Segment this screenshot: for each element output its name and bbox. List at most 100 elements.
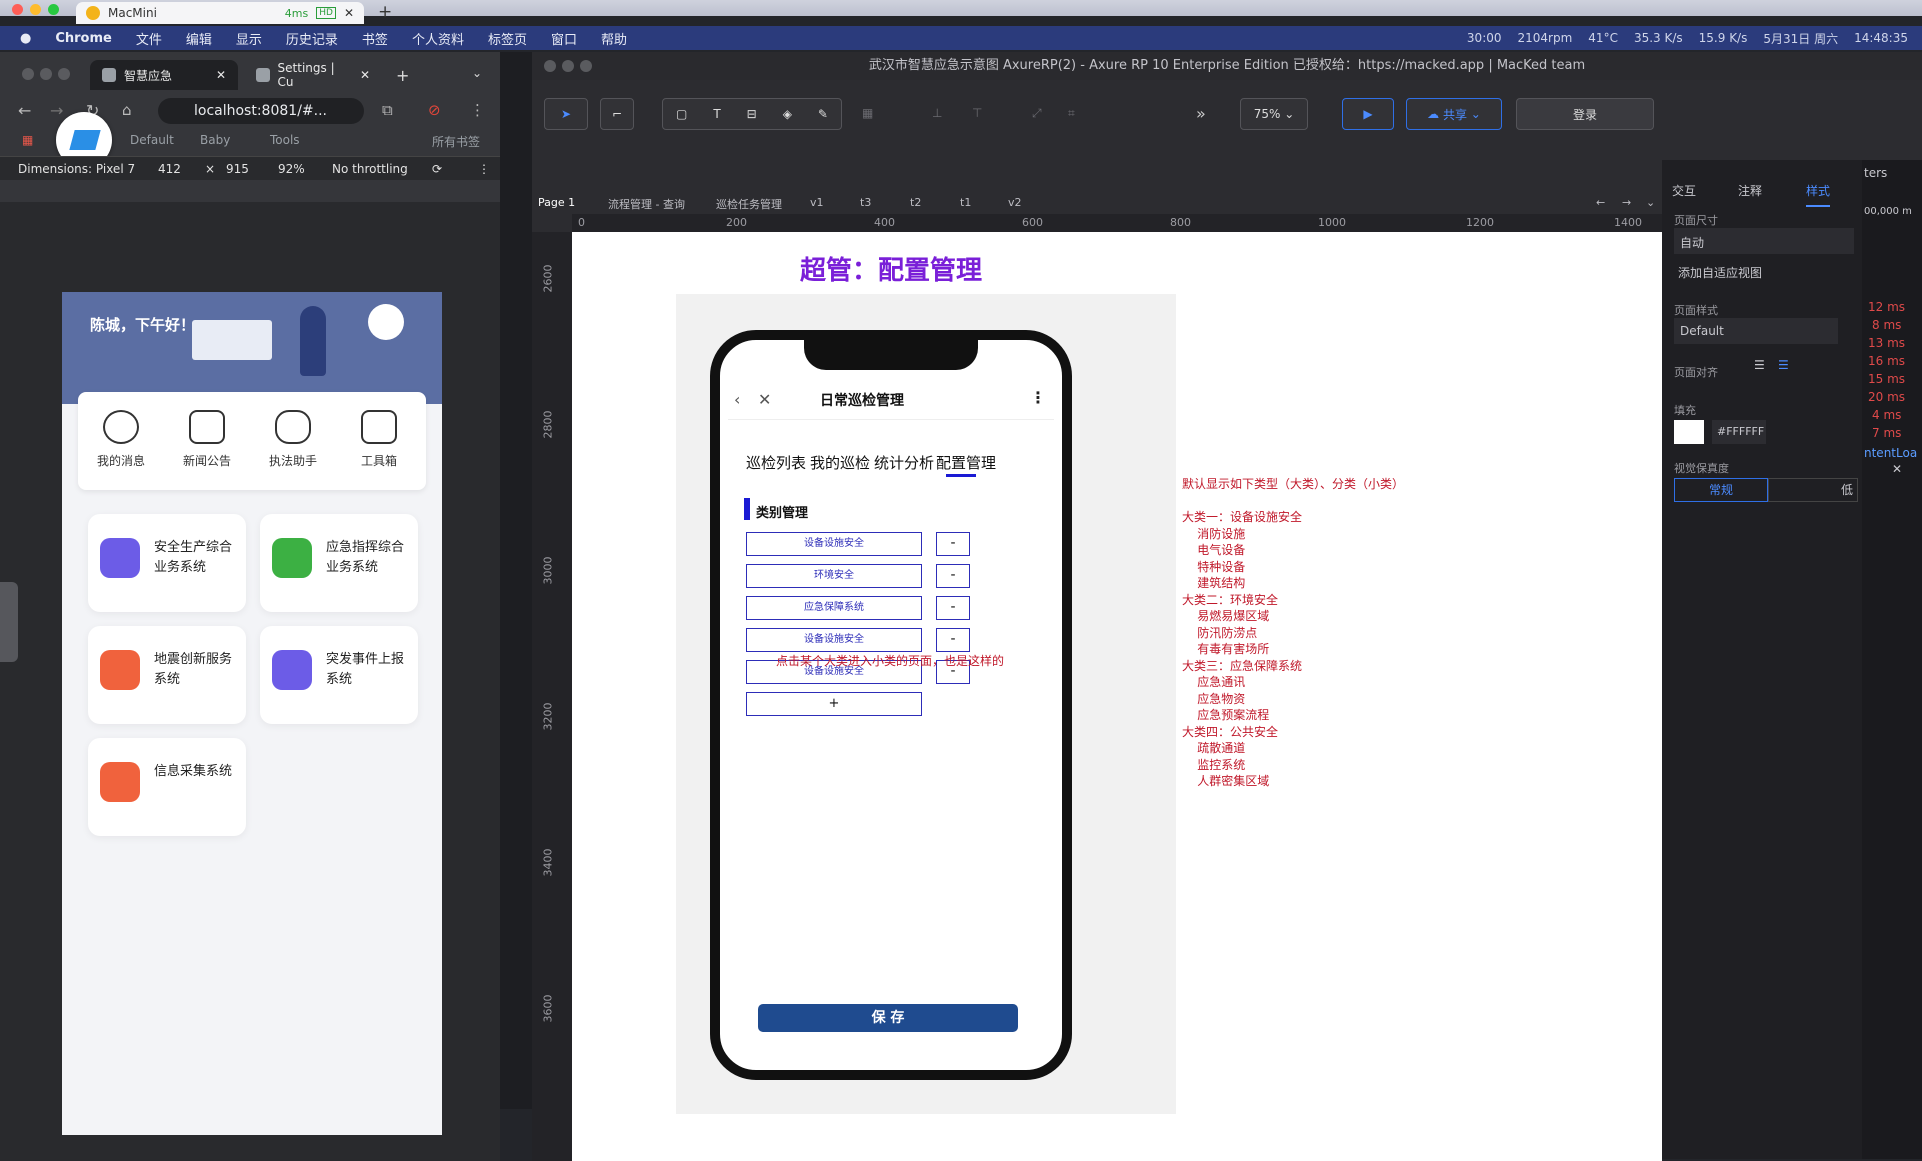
- device-dimensions-select[interactable]: Dimensions: Pixel 7: [18, 162, 135, 176]
- prev-page-icon[interactable]: ←: [1596, 196, 1605, 209]
- align-top-icon[interactable]: ⊥: [932, 106, 942, 120]
- fill-color-input[interactable]: #FFFFFF: [1712, 420, 1766, 444]
- menu-profile[interactable]: 个人资料: [400, 29, 476, 48]
- tab-my-inspections[interactable]: 我的巡检: [810, 452, 870, 473]
- category-item[interactable]: 设备设施安全: [746, 628, 922, 652]
- align-center-icon[interactable]: ☰: [1778, 358, 1789, 372]
- tab-v1[interactable]: v1: [810, 196, 824, 209]
- more-icon[interactable]: ⋮: [1030, 388, 1046, 407]
- close-tab-icon[interactable]: ✕: [360, 68, 370, 82]
- net-up-status[interactable]: 35.3 K/s: [1626, 31, 1691, 45]
- clock-status[interactable]: 14:48:35: [1846, 31, 1922, 45]
- tab-v2[interactable]: v2: [1008, 196, 1022, 209]
- chrome-minimize-icon[interactable]: [40, 68, 52, 80]
- bookmark-baby[interactable]: Baby: [200, 133, 230, 147]
- tab-statistics[interactable]: 统计分析: [874, 452, 934, 473]
- quick-entry-news[interactable]: 新闻公告: [172, 410, 242, 469]
- menu-file[interactable]: 文件: [124, 29, 174, 48]
- temp-status[interactable]: 41°C: [1580, 31, 1626, 45]
- rotate-icon[interactable]: ⟳: [432, 162, 442, 176]
- page-size-field[interactable]: 自动: [1674, 228, 1854, 254]
- axure-close-icon[interactable]: [544, 60, 556, 72]
- system-card-collection[interactable]: 信息采集系统: [88, 738, 246, 836]
- menu-history[interactable]: 历史记录: [274, 29, 350, 48]
- menu-help[interactable]: 帮助: [589, 29, 639, 48]
- remove-category-button[interactable]: -: [936, 564, 970, 588]
- tab-search-icon[interactable]: ⌄: [472, 66, 482, 80]
- fidelity-low[interactable]: 低: [1768, 478, 1858, 502]
- minimize-window-icon[interactable]: [30, 4, 41, 15]
- avatar[interactable]: [368, 304, 404, 340]
- tab-t3[interactable]: t3: [860, 196, 871, 209]
- system-card-earthquake[interactable]: 地震创新服务系统: [88, 626, 246, 724]
- tab-page-1[interactable]: Page 1: [538, 196, 575, 209]
- blocked-icon[interactable]: ⊘: [428, 101, 441, 119]
- tab-interactions[interactable]: 交互: [1672, 182, 1696, 199]
- zoom-select[interactable]: 75% ⌄: [1240, 98, 1308, 130]
- group-icon[interactable]: ▦: [862, 106, 873, 120]
- quick-entry-assistant[interactable]: 执法助手: [258, 410, 328, 469]
- resize-handle[interactable]: [0, 582, 18, 662]
- distribute-icon[interactable]: ⊤: [972, 106, 982, 120]
- bookmark-all[interactable]: 所有书签: [432, 133, 480, 150]
- throttling-select[interactable]: No throttling: [332, 162, 408, 176]
- add-adaptive-view-link[interactable]: 添加自适应视图: [1678, 264, 1762, 281]
- tab-settings[interactable]: Settings | Cu ✕: [244, 60, 382, 90]
- tab-inspection-tasks[interactable]: 巡检任务管理: [716, 196, 782, 212]
- back-icon[interactable]: ‹: [734, 390, 740, 409]
- hotspot-tool-icon[interactable]: ⊟: [747, 107, 757, 121]
- menu-edit[interactable]: 编辑: [174, 29, 224, 48]
- tab-notes[interactable]: 注释: [1738, 182, 1762, 199]
- quick-entry-messages[interactable]: 我的消息: [86, 410, 156, 469]
- close-window-icon[interactable]: [12, 4, 23, 15]
- category-item[interactable]: 应急保障系统: [746, 596, 922, 620]
- system-card-command[interactable]: 应急指挥综合业务系统: [260, 514, 418, 612]
- select-tool-icon[interactable]: ➤: [544, 98, 588, 130]
- save-button[interactable]: 保 存: [758, 1004, 1018, 1032]
- system-card-incident[interactable]: 突发事件上报系统: [260, 626, 418, 724]
- zoom-select[interactable]: 92%: [278, 162, 305, 176]
- fidelity-normal[interactable]: 常规: [1674, 478, 1768, 502]
- remove-category-button[interactable]: -: [936, 596, 970, 620]
- close-tab-icon[interactable]: ✕: [344, 6, 354, 20]
- next-page-icon[interactable]: →: [1622, 196, 1631, 209]
- design-canvas[interactable]: 超管：配置管理 ‹ ✕ ⋮ 日常巡检管理 巡检列表 我的巡检 统计分析 配置管理…: [572, 232, 1662, 1161]
- remove-category-button[interactable]: -: [936, 532, 970, 556]
- more-tools-icon[interactable]: »: [1196, 104, 1206, 123]
- menu-kebab-icon[interactable]: ⋮: [470, 101, 485, 119]
- axure-minimize-icon[interactable]: [562, 60, 574, 72]
- tab-inspection-list[interactable]: 巡检列表: [746, 452, 806, 473]
- resize-icon[interactable]: ⤢: [1032, 106, 1042, 121]
- chrome-zoom-icon[interactable]: [58, 68, 70, 80]
- share-button[interactable]: ☁ 共享 ⌄: [1406, 98, 1502, 130]
- chrome-close-icon[interactable]: [22, 68, 34, 80]
- close-icon[interactable]: ✕: [758, 390, 771, 409]
- category-item[interactable]: 设备设施安全: [746, 532, 922, 556]
- login-button[interactable]: 登录: [1516, 98, 1654, 130]
- connector-tool-icon[interactable]: ⌐: [600, 98, 634, 130]
- tab-style[interactable]: 样式: [1806, 182, 1831, 207]
- remote-session-tab[interactable]: MacMini 4ms HD ✕: [76, 2, 364, 24]
- preview-play-icon[interactable]: ▶: [1342, 98, 1394, 130]
- add-category-button[interactable]: +: [746, 692, 922, 716]
- tab-smart-emergency[interactable]: 智慧应急 ✕: [90, 60, 238, 90]
- new-tab-icon[interactable]: +: [396, 66, 409, 85]
- device-width-input[interactable]: 412: [158, 162, 181, 176]
- home-icon[interactable]: ⌂: [122, 101, 132, 119]
- tab-config-management[interactable]: 配置管理: [936, 452, 996, 473]
- extensions-icon[interactable]: ⧉: [382, 101, 393, 119]
- timer-status[interactable]: 30:00: [1459, 31, 1510, 45]
- tab-list-icon[interactable]: ⌄: [1646, 196, 1655, 209]
- pen-tool-icon[interactable]: ✎: [818, 107, 828, 121]
- tab-t2[interactable]: t2: [910, 196, 921, 209]
- menu-window[interactable]: 窗口: [539, 29, 589, 48]
- apple-icon[interactable]: ●: [0, 31, 43, 46]
- apps-grid-icon[interactable]: ▦: [22, 133, 33, 147]
- zoom-window-icon[interactable]: [48, 4, 59, 15]
- menu-bookmarks[interactable]: 书签: [350, 29, 400, 48]
- bookmark-tools[interactable]: Tools: [270, 133, 300, 147]
- tab-t1[interactable]: t1: [960, 196, 971, 209]
- close-tab-icon[interactable]: ✕: [216, 68, 226, 82]
- bookmark-default[interactable]: Default: [130, 133, 174, 147]
- system-card-safety[interactable]: 安全生产综合业务系统: [88, 514, 246, 612]
